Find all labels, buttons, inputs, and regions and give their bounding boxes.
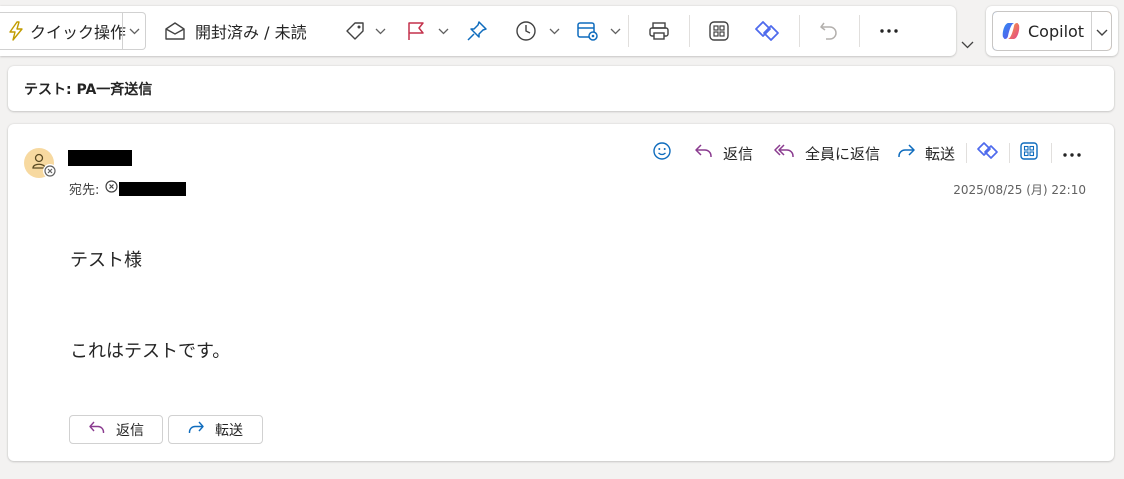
chevron-down-icon <box>610 25 621 38</box>
copilot-container: Copilot <box>986 6 1118 56</box>
lightning-icon <box>8 21 24 41</box>
toolbar-expand-button[interactable] <box>958 34 976 52</box>
envelope-open-icon <box>164 21 186 41</box>
toolbar-separator <box>689 15 690 47</box>
toolbar-separator <box>859 15 860 47</box>
reply-arrow-icon <box>694 142 714 164</box>
reply-label: 返信 <box>723 144 754 163</box>
viva-insights-button[interactable] <box>976 141 1000 165</box>
reaction-button[interactable] <box>652 141 672 165</box>
copilot-split-button[interactable]: Copilot <box>992 11 1112 51</box>
close-circle-icon <box>105 180 118 197</box>
subject-bar: テスト: PA一斉送信 <box>8 66 1114 111</box>
tag-icon <box>344 20 366 42</box>
printer-icon <box>647 20 671 42</box>
close-circle-icon <box>44 162 56 181</box>
more-options-button[interactable] <box>879 6 899 56</box>
flag-button[interactable] <box>406 6 449 56</box>
emoji-icon <box>652 141 672 165</box>
quick-actions-split-button[interactable]: クイック操作 <box>0 12 146 50</box>
toolbar-separator <box>628 15 629 47</box>
more-dots-icon <box>879 28 899 34</box>
quick-actions-dropdown[interactable] <box>124 6 144 56</box>
viva-diamond-icon <box>976 140 1000 166</box>
apps-button[interactable] <box>1019 141 1039 165</box>
more-actions-button[interactable] <box>1062 141 1082 165</box>
recipient-redacted[interactable] <box>119 181 187 196</box>
message-body-greeting: テスト様 <box>70 250 142 271</box>
quick-actions-label: クイック操作 <box>30 23 127 42</box>
quick-actions-button[interactable]: クイック操作 <box>8 6 126 56</box>
reply-button[interactable]: 返信 <box>694 141 753 165</box>
forward-arrow-icon <box>896 142 916 164</box>
action-separator <box>966 143 967 163</box>
copilot-dropdown[interactable] <box>1092 12 1111 50</box>
inbox-rules-icon <box>576 20 600 42</box>
chevron-down-icon <box>438 25 449 38</box>
pin-icon <box>466 20 488 42</box>
copilot-label: Copilot <box>1028 21 1085 41</box>
forward-label: 転送 <box>925 144 956 163</box>
chevron-down-icon <box>961 34 974 53</box>
undo-button[interactable] <box>818 6 840 56</box>
copilot-button[interactable]: Copilot <box>993 12 1091 50</box>
command-toolbar: クイック操作 開封済み / 未読 <box>0 6 956 56</box>
viva-insights-button[interactable] <box>754 6 780 56</box>
apps-button[interactable] <box>708 6 730 56</box>
presence-unknown-badge <box>43 164 57 178</box>
footer-forward-button[interactable]: 転送 <box>168 415 263 444</box>
forward-button[interactable]: 転送 <box>896 141 955 165</box>
action-separator <box>1051 143 1052 163</box>
footer-reply-button[interactable]: 返信 <box>69 415 163 444</box>
to-label: 宛先: <box>69 183 100 198</box>
message-card: 宛先: 2025/08/25 (月) 22:10 返信 全員に返信 転送 テスト… <box>8 124 1114 461</box>
message-timestamp: 2025/08/25 (月) 22:10 <box>953 183 1086 197</box>
footer-reply-label: 返信 <box>116 422 144 439</box>
rules-button[interactable] <box>576 6 621 56</box>
reply-all-button[interactable]: 全員に返信 <box>774 141 880 165</box>
reply-all-label: 全員に返信 <box>805 144 881 163</box>
recipients-row: 宛先: <box>69 179 187 198</box>
chevron-down-icon <box>1096 22 1108 41</box>
pin-button[interactable] <box>466 6 488 56</box>
copilot-icon <box>999 19 1023 43</box>
more-dots-icon <box>1062 144 1082 162</box>
undo-icon <box>818 20 840 42</box>
read-unread-label: 開封済み / 未読 <box>195 23 307 42</box>
chevron-down-icon <box>549 25 560 38</box>
apps-grid-icon <box>1019 141 1039 165</box>
forward-arrow-icon <box>187 420 205 440</box>
viva-diamond-icon <box>754 19 780 43</box>
categorize-button[interactable] <box>344 6 386 56</box>
print-button[interactable] <box>647 6 671 56</box>
chevron-down-icon <box>375 25 386 38</box>
footer-forward-label: 転送 <box>215 422 243 439</box>
sender-name-redacted[interactable] <box>68 150 132 166</box>
split-divider <box>122 13 123 49</box>
chevron-down-icon <box>129 25 140 38</box>
action-separator <box>1009 143 1010 163</box>
snooze-button[interactable] <box>515 6 560 56</box>
toolbar-separator <box>799 15 800 47</box>
reply-all-arrow-icon <box>774 142 796 164</box>
flag-icon <box>406 20 426 42</box>
apps-grid-icon <box>708 20 730 42</box>
clock-icon <box>515 20 537 42</box>
email-subject: テスト: PA一斉送信 <box>24 82 153 98</box>
message-body-text: これはテストです。 <box>70 341 231 362</box>
reply-arrow-icon <box>88 420 106 440</box>
read-unread-button[interactable]: 開封済み / 未読 <box>164 6 307 56</box>
